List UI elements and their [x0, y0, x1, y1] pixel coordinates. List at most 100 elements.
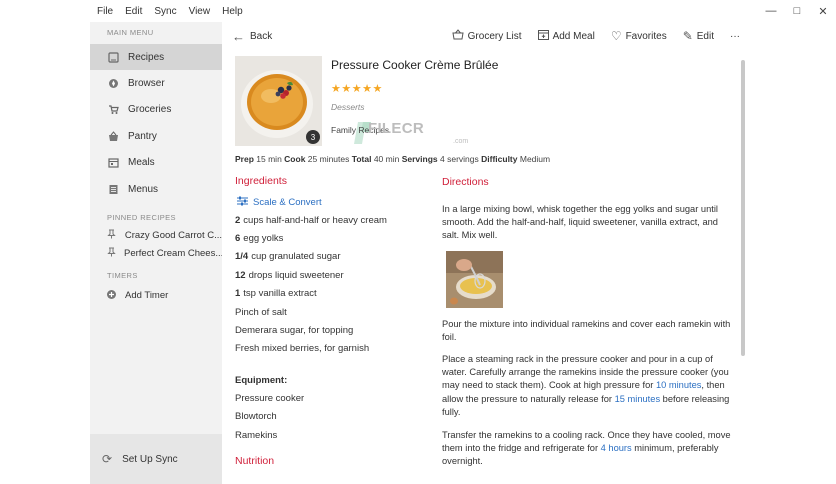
pinned-recipe-item[interactable]: Perfect Cream Chees...	[90, 244, 222, 262]
maximize-button[interactable]: □	[784, 5, 810, 17]
equipment-item: Blowtorch	[235, 411, 277, 423]
timer-link[interactable]: 15 minutes	[615, 394, 660, 404]
timers-header: TIMERS	[107, 270, 138, 280]
prep-value: 15 min	[256, 154, 282, 164]
ingredient-item[interactable]: 12 drops liquid sweetener	[235, 266, 425, 284]
sidebar-item-meals[interactable]: Meals	[90, 150, 222, 176]
ingredient-item[interactable]: 1 tsp vanilla extract	[235, 285, 425, 303]
ingredient-qty: 1/4	[235, 251, 249, 263]
servings-label: Servings	[401, 154, 438, 164]
ingredient-text: Fresh mixed berries, for garnish	[235, 343, 370, 355]
recipe-photo[interactable]: 3	[235, 56, 322, 146]
direction-step: In a large mixing bowl, whisk together t…	[442, 204, 718, 241]
ingredient-text: egg yolks	[243, 233, 284, 245]
pinned-recipes-header: PINNED RECIPES	[107, 212, 176, 222]
add-timer-button[interactable]: Add Timer	[90, 284, 222, 306]
difficulty-label: Difficulty	[481, 154, 518, 164]
back-label: Back	[250, 30, 273, 42]
pencil-icon: ✎	[682, 29, 693, 43]
pinned-recipe-item[interactable]: Crazy Good Carrot C...	[90, 226, 222, 244]
more-icon: ···	[730, 30, 740, 42]
ingredient-item[interactable]: Fresh mixed berries, for garnish	[235, 340, 425, 358]
more-button[interactable]: ···	[730, 31, 740, 42]
difficulty-value: Medium	[519, 154, 551, 164]
servings-value: 4 servings	[440, 154, 479, 164]
menu-file[interactable]: File	[0, 6, 119, 17]
sidebar-item-browser[interactable]: Browser	[90, 70, 222, 96]
timer-link[interactable]: 4 hours	[601, 443, 632, 453]
calendar-icon	[107, 157, 119, 169]
ingredient-item[interactable]: 1/4 cup granulated sugar	[235, 248, 425, 266]
total-label: Total	[351, 154, 372, 164]
ingredient-item[interactable]: Pinch of salt	[235, 303, 425, 321]
direction-step: Transfer the ramekins to a cooling rack.…	[442, 429, 732, 469]
equipment-item: Ramekins	[235, 429, 278, 441]
direction-step: Pour the mixture into individual ramekin…	[442, 319, 731, 343]
basket-icon	[452, 29, 464, 43]
ingredient-text: cups half-and-half or heavy cream	[243, 214, 387, 226]
recipe-category[interactable]: Desserts	[331, 102, 365, 112]
ingredient-qty: 2	[235, 214, 241, 226]
ingredient-item[interactable]: 2 cups half-and-half or heavy cream	[235, 211, 425, 229]
sidebar-item-groceries[interactable]: Groceries	[90, 97, 222, 123]
edit-button[interactable]: ✎ Edit	[683, 29, 714, 43]
set-up-sync-button[interactable]: ⟳ Set Up Sync	[90, 434, 222, 484]
ingredient-qty: 1	[235, 288, 241, 300]
sidebar: MAIN MENU Recipes Browser Groceries Pant…	[90, 22, 222, 484]
add-meal-button[interactable]: Add Meal	[537, 29, 595, 43]
watermark-subtext: .com	[453, 138, 469, 145]
ingredient-qty: 6	[235, 233, 241, 245]
sidebar-item-label: Menus	[128, 183, 159, 195]
recipe-meta: Prep 15 min Cook 25 minutes Total 40 min…	[235, 154, 550, 164]
sidebar-item-recipes[interactable]: Recipes	[90, 44, 222, 71]
ingredient-qty: 12	[235, 269, 246, 281]
star-rating[interactable]: ★★★★★	[331, 82, 383, 95]
window-controls: — □ ✕	[758, 0, 836, 22]
minimize-button[interactable]: —	[758, 5, 784, 17]
cook-value: 25 minutes	[307, 154, 350, 164]
cart-icon	[107, 104, 119, 116]
sidebar-item-menus[interactable]: Menus	[90, 176, 222, 202]
ingredient-text: Pinch of salt	[235, 306, 287, 318]
pinned-recipe-label: Crazy Good Carrot C...	[124, 229, 222, 241]
step-photo[interactable]	[446, 251, 503, 308]
sidebar-item-label: Browser	[128, 78, 165, 90]
equipment-list: Pressure cooker Blowtorch Ramekins	[235, 389, 304, 445]
sidebar-item-pantry[interactable]: Pantry	[90, 123, 222, 149]
pinned-recipe-label: Perfect Cream Chees...	[124, 247, 222, 259]
grocery-list-button[interactable]: Grocery List	[452, 29, 522, 43]
menu-bar: File Edit Sync View Help — □ ✕	[0, 0, 836, 22]
menu-sync[interactable]: Sync	[148, 6, 182, 17]
scale-convert-button[interactable]: Scale & Convert	[237, 196, 322, 209]
calendar-add-icon	[537, 29, 549, 43]
ingredient-item[interactable]: Demerara sugar, for topping	[235, 321, 425, 339]
sidebar-item-label: Meals	[128, 157, 155, 169]
ingredient-item[interactable]: 6 egg yolks	[235, 229, 425, 247]
timer-link[interactable]: 10 minutes	[656, 380, 701, 390]
equipment-item: Pressure cooker	[235, 392, 305, 404]
ingredient-text: drops liquid sweetener	[248, 269, 344, 281]
arrow-left-icon: ←	[232, 28, 245, 44]
recipe-toolbar: ← Back Grocery List Add Meal ♡ Favorites…	[222, 22, 746, 50]
back-button[interactable]: ← Back	[232, 29, 272, 44]
recipe-icon	[107, 51, 119, 63]
sync-label: Set Up Sync	[122, 453, 178, 465]
prep-label: Prep	[235, 154, 254, 164]
sidebar-item-label: Pantry	[128, 130, 157, 142]
close-button[interactable]: ✕	[810, 5, 836, 18]
menu-view[interactable]: View	[183, 6, 217, 17]
basket-icon	[107, 130, 119, 142]
favorites-button[interactable]: ♡ Favorites	[611, 29, 667, 43]
add-meal-label: Add Meal	[552, 30, 595, 42]
menu-edit[interactable]: Edit	[119, 6, 148, 17]
photo-count-badge: 3	[306, 130, 320, 144]
pin-icon	[107, 247, 116, 259]
sidebar-item-label: Recipes	[128, 51, 165, 63]
menu-help[interactable]: Help	[216, 6, 249, 17]
equipment-heading: Equipment:	[235, 375, 288, 386]
total-value: 40 min	[373, 154, 400, 164]
ingredient-text: cup granulated sugar	[251, 251, 341, 263]
scrollbar-thumb[interactable]	[741, 60, 745, 356]
cook-label: Cook	[284, 154, 306, 164]
scale-convert-label: Scale & Convert	[253, 197, 322, 208]
